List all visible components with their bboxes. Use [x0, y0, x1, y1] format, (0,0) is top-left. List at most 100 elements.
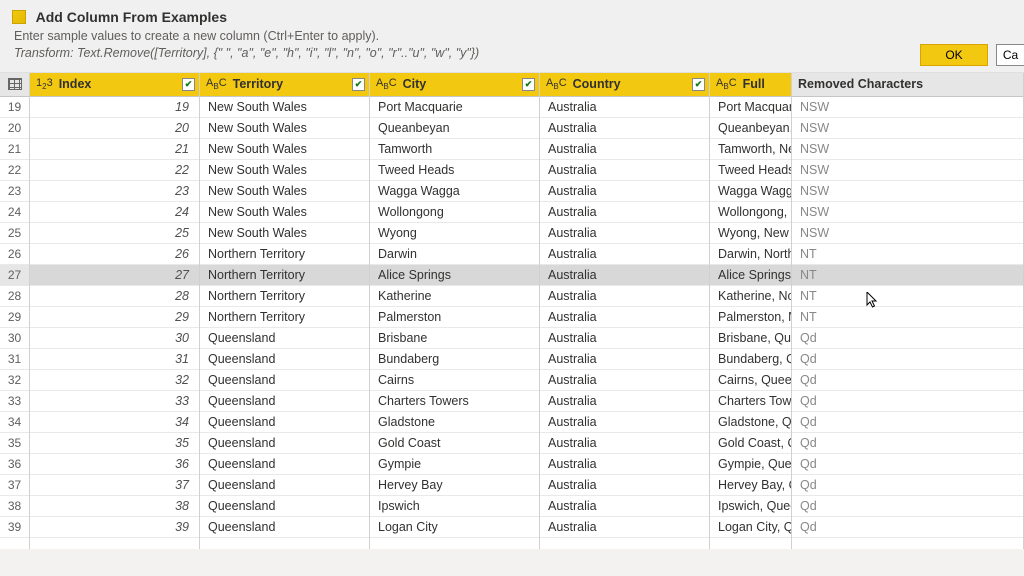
- cell-city[interactable]: Queanbeyan: [370, 118, 539, 139]
- row-number[interactable]: 20: [0, 118, 29, 139]
- cell-territory[interactable]: Queensland: [200, 370, 369, 391]
- cell-removed-characters[interactable]: NT: [792, 244, 1023, 265]
- cell-removed-characters[interactable]: Qd: [792, 328, 1023, 349]
- cell-city[interactable]: Bundaberg: [370, 349, 539, 370]
- cell-full[interactable]: Cairns, Queens: [710, 370, 791, 391]
- cell-removed-characters[interactable]: Qd: [792, 496, 1023, 517]
- cell-full[interactable]: Alice Springs, N: [710, 265, 791, 286]
- cell-city[interactable]: Katherine: [370, 286, 539, 307]
- row-number[interactable]: 24: [0, 202, 29, 223]
- cell-country[interactable]: Australia: [540, 265, 709, 286]
- row-number[interactable]: 22: [0, 160, 29, 181]
- cell-full[interactable]: Katherine, Nor: [710, 286, 791, 307]
- cell-city[interactable]: Palmerston: [370, 307, 539, 328]
- cell-city[interactable]: Tamworth: [370, 139, 539, 160]
- cell-territory[interactable]: New South Wales: [200, 181, 369, 202]
- cell-country[interactable]: Australia: [540, 286, 709, 307]
- cell-country[interactable]: Australia: [540, 202, 709, 223]
- row-number[interactable]: 19: [0, 97, 29, 118]
- cell-city[interactable]: Darwin: [370, 244, 539, 265]
- cell-removed-characters[interactable]: Qd: [792, 454, 1023, 475]
- cell-full[interactable]: Logan City, Qu: [710, 517, 791, 538]
- filter-icon[interactable]: ✔: [692, 78, 705, 91]
- column-header-full[interactable]: ABC Full: [710, 73, 791, 97]
- cell-city[interactable]: Gympie: [370, 454, 539, 475]
- column-header-country[interactable]: ABC Country ✔: [540, 73, 709, 97]
- cell-territory[interactable]: Queensland: [200, 328, 369, 349]
- cell-removed-characters[interactable]: NSW: [792, 139, 1023, 160]
- row-number[interactable]: 32: [0, 370, 29, 391]
- cell-full[interactable]: Charters Towe: [710, 391, 791, 412]
- cell-removed-characters[interactable]: NSW: [792, 223, 1023, 244]
- cell-country[interactable]: Australia: [540, 475, 709, 496]
- cell-removed-characters[interactable]: Qd: [792, 517, 1023, 538]
- cancel-button[interactable]: Ca: [996, 44, 1024, 66]
- row-number[interactable]: 23: [0, 181, 29, 202]
- cell-city[interactable]: Ipswich: [370, 496, 539, 517]
- cell-full[interactable]: Tamworth, Ne: [710, 139, 791, 160]
- cell-country[interactable]: Australia: [540, 307, 709, 328]
- cell-removed-characters[interactable]: Qd: [792, 370, 1023, 391]
- column-header-city[interactable]: ABC City ✔: [370, 73, 539, 97]
- cell-territory[interactable]: New South Wales: [200, 118, 369, 139]
- cell-country[interactable]: Australia: [540, 97, 709, 118]
- cell-full[interactable]: Port Macquari: [710, 97, 791, 118]
- cell-index[interactable]: 31: [30, 349, 199, 370]
- row-number[interactable]: 38: [0, 496, 29, 517]
- filter-icon[interactable]: ✔: [522, 78, 535, 91]
- cell-country[interactable]: Australia: [540, 391, 709, 412]
- cell-territory[interactable]: New South Wales: [200, 223, 369, 244]
- cell-removed-characters[interactable]: NSW: [792, 160, 1023, 181]
- cell-full[interactable]: Wagga Wagga,: [710, 181, 791, 202]
- cell-full[interactable]: Gympie, Quee: [710, 454, 791, 475]
- cell-removed-characters[interactable]: NSW: [792, 97, 1023, 118]
- filter-icon[interactable]: ✔: [352, 78, 365, 91]
- row-number[interactable]: 28: [0, 286, 29, 307]
- cell-territory[interactable]: Queensland: [200, 517, 369, 538]
- cell-full[interactable]: Brisbane, Quee: [710, 328, 791, 349]
- cell-city[interactable]: Gladstone: [370, 412, 539, 433]
- cell-territory[interactable]: Queensland: [200, 391, 369, 412]
- cell-removed-characters[interactable]: Qd: [792, 475, 1023, 496]
- cell-territory[interactable]: Northern Territory: [200, 244, 369, 265]
- cell-full[interactable]: Darwin, Northe: [710, 244, 791, 265]
- cell-country[interactable]: Australia: [540, 244, 709, 265]
- cell-index[interactable]: 32: [30, 370, 199, 391]
- cell-index[interactable]: 21: [30, 139, 199, 160]
- cell-index[interactable]: 30: [30, 328, 199, 349]
- cell-territory[interactable]: New South Wales: [200, 160, 369, 181]
- cell-full[interactable]: Palmerston, Ne: [710, 307, 791, 328]
- cell-country[interactable]: Australia: [540, 517, 709, 538]
- cell-index[interactable]: 35: [30, 433, 199, 454]
- cell-full[interactable]: Hervey Bay, Qu: [710, 475, 791, 496]
- cell-full[interactable]: Gold Coast, Qu: [710, 433, 791, 454]
- cell-index[interactable]: 20: [30, 118, 199, 139]
- cell-removed-characters[interactable]: NSW: [792, 202, 1023, 223]
- row-number[interactable]: 33: [0, 391, 29, 412]
- cell-index[interactable]: 33: [30, 391, 199, 412]
- row-number[interactable]: 30: [0, 328, 29, 349]
- row-number[interactable]: 34: [0, 412, 29, 433]
- cell-territory[interactable]: Queensland: [200, 475, 369, 496]
- cell-removed-characters[interactable]: NT: [792, 286, 1023, 307]
- cell-removed-characters[interactable]: NSW: [792, 118, 1023, 139]
- cell-country[interactable]: Australia: [540, 433, 709, 454]
- cell-full[interactable]: Gladstone, Qu: [710, 412, 791, 433]
- cell-index[interactable]: 22: [30, 160, 199, 181]
- cell-index[interactable]: 23: [30, 181, 199, 202]
- row-number[interactable]: 31: [0, 349, 29, 370]
- cell-index[interactable]: 25: [30, 223, 199, 244]
- cell-city[interactable]: Brisbane: [370, 328, 539, 349]
- cell-city[interactable]: Port Macquarie: [370, 97, 539, 118]
- cell-index[interactable]: 26: [30, 244, 199, 265]
- cell-territory[interactable]: Northern Territory: [200, 307, 369, 328]
- cell-territory[interactable]: Queensland: [200, 349, 369, 370]
- cell-country[interactable]: Australia: [540, 370, 709, 391]
- filter-icon[interactable]: ✔: [182, 78, 195, 91]
- row-number[interactable]: 37: [0, 475, 29, 496]
- column-header-territory[interactable]: ABC Territory ✔: [200, 73, 369, 97]
- cell-removed-characters[interactable]: Qd: [792, 391, 1023, 412]
- data-grid[interactable]: 1920212223242526272829303132333435363738…: [0, 73, 1024, 549]
- cell-country[interactable]: Australia: [540, 496, 709, 517]
- cell-country[interactable]: Australia: [540, 139, 709, 160]
